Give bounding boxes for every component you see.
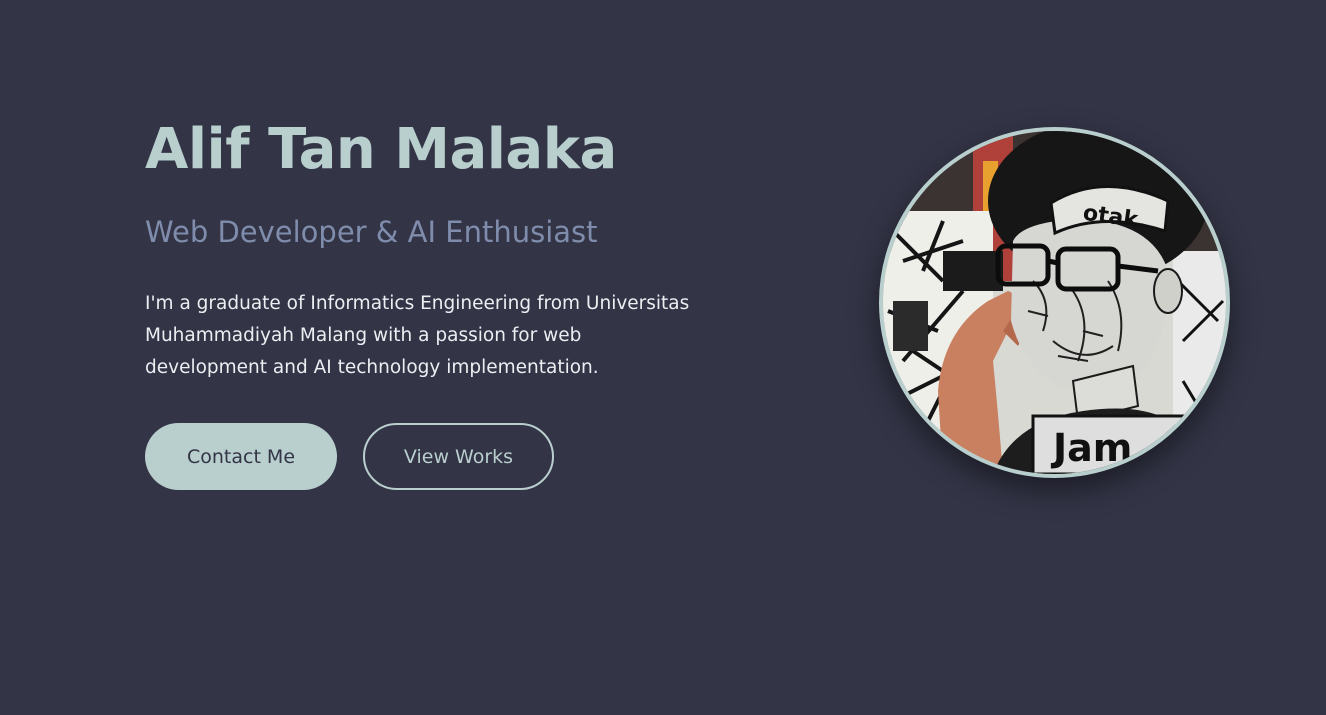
hero-section: Alif Tan Malaka Web Developer & AI Enthu…: [0, 0, 1326, 715]
hero-actions: Contact Me View Works: [145, 423, 745, 490]
tagline: Web Developer & AI Enthusiast: [145, 215, 598, 249]
profile-illustration: otak Jam: [883, 131, 1226, 474]
shirt-text: Jam: [1050, 426, 1132, 470]
page-title: Alif Tan Malaka: [145, 117, 617, 182]
bio-text: I'm a graduate of Informatics Engineerin…: [145, 293, 690, 378]
view-works-button[interactable]: View Works: [363, 423, 554, 490]
contact-button[interactable]: Contact Me: [145, 423, 337, 490]
profile-photo: otak Jam: [879, 127, 1230, 478]
intro: Alif Tan Malaka Web Developer & AI Enthu…: [145, 112, 745, 490]
